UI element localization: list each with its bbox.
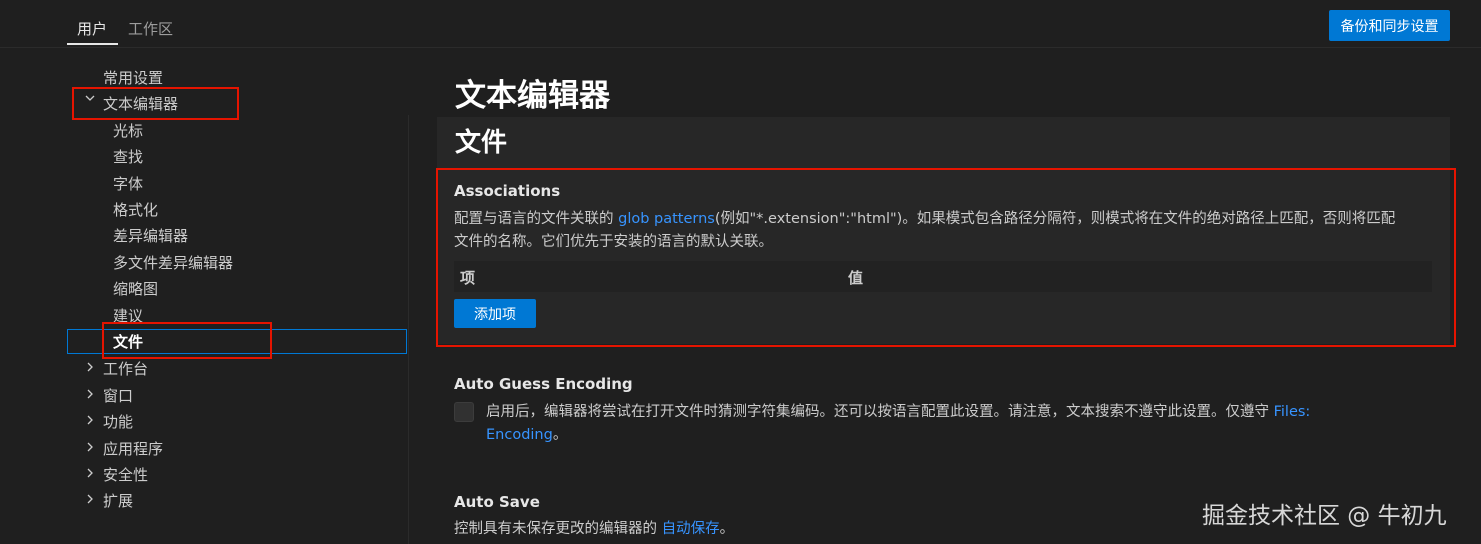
chevron-right-icon[interactable] bbox=[83, 388, 97, 403]
backup-sync-button[interactable]: 备份和同步设置 bbox=[1329, 10, 1450, 41]
sidebar-item-label: 安全性 bbox=[103, 466, 149, 484]
sidebar-item-label: 扩展 bbox=[103, 492, 134, 510]
sidebar-item-label: 查找 bbox=[113, 148, 144, 166]
sidebar-item-label: 窗口 bbox=[103, 387, 134, 405]
desc-text: 。 bbox=[552, 427, 568, 443]
desc-text: 控制具有未保存更改的编辑器的 bbox=[454, 521, 662, 537]
sidebar-item-cursor[interactable]: 光标 bbox=[113, 118, 143, 144]
tab-workspace[interactable]: 工作区 bbox=[128, 18, 173, 39]
setting-desc-auto-save: 控制具有未保存更改的编辑器的 自动保存。 bbox=[454, 518, 1154, 541]
sidebar-item-label: 差异编辑器 bbox=[113, 227, 189, 245]
section-title: 文件 bbox=[455, 128, 508, 158]
annotation-box-associations bbox=[436, 168, 1456, 347]
settings-toc-sidebar: 常用设置 文本编辑器 光标 查找 字体 格式化 差异编辑器 多文件差异编辑器 缩… bbox=[0, 48, 408, 544]
sidebar-item-label: 常用设置 bbox=[103, 69, 164, 87]
files-encoding-link[interactable]: Files: bbox=[1274, 404, 1311, 420]
sidebar-item-window[interactable]: 窗口 bbox=[103, 383, 133, 409]
sidebar-item-label: 缩略图 bbox=[113, 280, 159, 298]
auto-guess-encoding-checkbox[interactable] bbox=[454, 402, 474, 422]
chevron-right-icon[interactable] bbox=[83, 361, 97, 376]
sidebar-item-application[interactable]: 应用程序 bbox=[103, 436, 163, 462]
sidebar-item-minimap[interactable]: 缩略图 bbox=[113, 276, 158, 302]
tab-user[interactable]: 用户 bbox=[77, 18, 107, 39]
sidebar-item-label: 字体 bbox=[113, 175, 144, 193]
sidebar-item-security[interactable]: 安全性 bbox=[103, 462, 148, 488]
annotation-box-text-editor bbox=[72, 87, 239, 120]
sidebar-item-workbench[interactable]: 工作台 bbox=[103, 356, 148, 382]
chevron-right-icon[interactable] bbox=[83, 467, 97, 482]
desc-text: 启用后，编辑器将尝试在打开文件时猜测字符集编码。还可以按语言配置此设置。请注意，… bbox=[486, 404, 1274, 420]
setting-title-auto-save: Auto Save bbox=[454, 493, 540, 511]
chevron-right-icon[interactable] bbox=[83, 414, 97, 429]
auto-save-link[interactable]: 自动保存 bbox=[662, 521, 720, 537]
files-encoding-link[interactable]: Encoding bbox=[486, 427, 553, 443]
sidebar-item-label: 工作台 bbox=[103, 360, 149, 378]
sidebar-item-label: 光标 bbox=[113, 122, 144, 140]
sidebar-item-diff-editor[interactable]: 差异编辑器 bbox=[113, 223, 188, 249]
sidebar-divider bbox=[408, 115, 409, 544]
sidebar-item-label: 功能 bbox=[103, 413, 134, 431]
sidebar-item-features[interactable]: 功能 bbox=[103, 409, 133, 435]
setting-desc-auto-guess-encoding: 启用后，编辑器将尝试在打开文件时猜测字符集编码。还可以按语言配置此设置。请注意，… bbox=[486, 401, 1446, 447]
sidebar-item-find[interactable]: 查找 bbox=[113, 144, 143, 170]
sidebar-item-label: 格式化 bbox=[113, 201, 159, 219]
watermark: 掘金技术社区 @ 牛初九 bbox=[1202, 503, 1447, 529]
sidebar-item-multi-diff-editor[interactable]: 多文件差异编辑器 bbox=[113, 250, 233, 276]
sidebar-item-formatting[interactable]: 格式化 bbox=[113, 197, 158, 223]
sidebar-item-label: 多文件差异编辑器 bbox=[113, 254, 234, 272]
desc-text: 。 bbox=[719, 521, 735, 537]
chevron-right-icon[interactable] bbox=[83, 441, 97, 456]
setting-title-auto-guess-encoding: Auto Guess Encoding bbox=[454, 375, 633, 393]
settings-header: 用户 工作区 备份和同步设置 bbox=[0, 0, 1481, 48]
sidebar-item-extensions[interactable]: 扩展 bbox=[103, 488, 133, 514]
active-tab-indicator bbox=[67, 43, 118, 45]
chevron-right-icon[interactable] bbox=[83, 493, 97, 508]
sidebar-item-label: 应用程序 bbox=[103, 440, 164, 458]
annotation-box-files bbox=[102, 322, 272, 359]
sidebar-item-font[interactable]: 字体 bbox=[113, 171, 143, 197]
page-title: 文本编辑器 bbox=[455, 78, 610, 114]
